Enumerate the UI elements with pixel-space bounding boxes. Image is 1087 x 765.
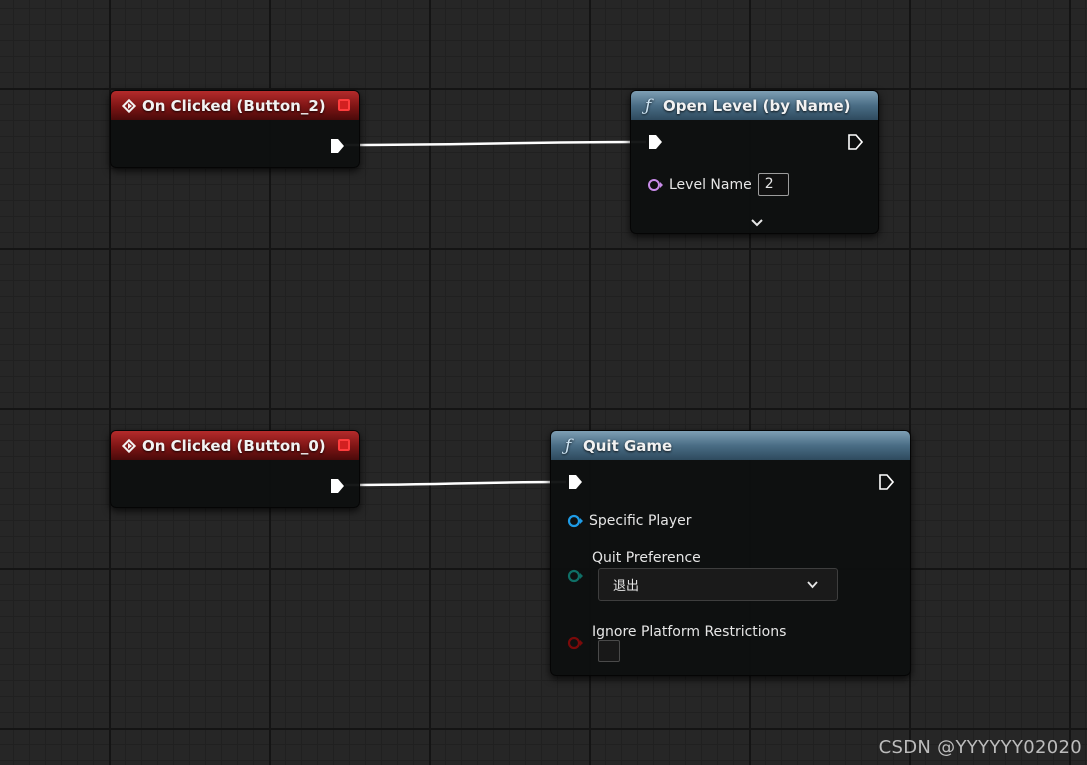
node-title: Quit Game	[583, 436, 673, 455]
object-input-pin[interactable]	[567, 513, 583, 529]
quit-preference-label: Quit Preference	[592, 550, 701, 566]
node-header[interactable]: ƒ Quit Game	[551, 431, 910, 460]
function-icon: ƒ	[645, 95, 652, 116]
node-on-clicked-button-2[interactable]: On Clicked (Button_2)	[110, 90, 360, 168]
delegate-output-pin[interactable]	[338, 99, 350, 111]
exec-wire-open-level[interactable]	[344, 140, 647, 147]
chevron-down-icon[interactable]	[749, 215, 765, 229]
ignore-platform-restrictions-label: Ignore Platform Restrictions	[592, 624, 787, 640]
node-header[interactable]: On Clicked (Button_2)	[111, 91, 359, 120]
event-diamond-icon	[122, 439, 135, 452]
event-diamond-icon	[122, 99, 135, 112]
quit-preference-dropdown[interactable]: 退出	[598, 568, 838, 601]
node-header[interactable]: ƒ Open Level (by Name)	[631, 91, 878, 120]
blueprint-graph-canvas[interactable]: On Clicked (Button_2) ƒ Open Level (by N…	[0, 0, 1087, 765]
node-header[interactable]: On Clicked (Button_0)	[111, 431, 359, 460]
node-quit-game[interactable]: ƒ Quit Game Specific Player Quit Prefere…	[550, 430, 911, 676]
bool-input-pin[interactable]	[567, 635, 583, 651]
ignore-platform-restrictions-checkbox[interactable]	[598, 640, 620, 662]
node-title: Open Level (by Name)	[663, 96, 851, 115]
specific-player-label: Specific Player	[589, 513, 692, 529]
node-title: On Clicked (Button_2)	[142, 96, 326, 115]
enum-input-pin[interactable]	[567, 568, 583, 584]
level-name-input[interactable]: 2	[757, 173, 789, 196]
exec-output-pin[interactable]	[329, 478, 345, 494]
exec-input-pin[interactable]	[567, 474, 583, 490]
level-name-label: Level Name	[669, 176, 752, 193]
exec-wire-quit-game[interactable]	[344, 480, 567, 487]
specific-player-pin-row: Specific Player	[567, 513, 692, 529]
exec-output-pin[interactable]	[878, 474, 894, 490]
chevron-down-icon	[806, 579, 819, 591]
node-title: On Clicked (Button_0)	[142, 436, 326, 455]
name-input-pin[interactable]	[647, 177, 663, 193]
node-open-level-by-name[interactable]: ƒ Open Level (by Name) Level Name 2	[630, 90, 879, 234]
quit-preference-value: 退出	[613, 579, 640, 594]
node-on-clicked-button-0[interactable]: On Clicked (Button_0)	[110, 430, 360, 508]
watermark-text: CSDN @YYYYYY02020	[878, 737, 1082, 758]
exec-output-pin[interactable]	[329, 138, 345, 154]
exec-input-pin[interactable]	[647, 134, 663, 150]
level-name-pin-row: Level Name 2	[647, 173, 789, 196]
exec-output-pin[interactable]	[847, 134, 863, 150]
delegate-output-pin[interactable]	[338, 439, 350, 451]
function-icon: ƒ	[565, 435, 572, 456]
